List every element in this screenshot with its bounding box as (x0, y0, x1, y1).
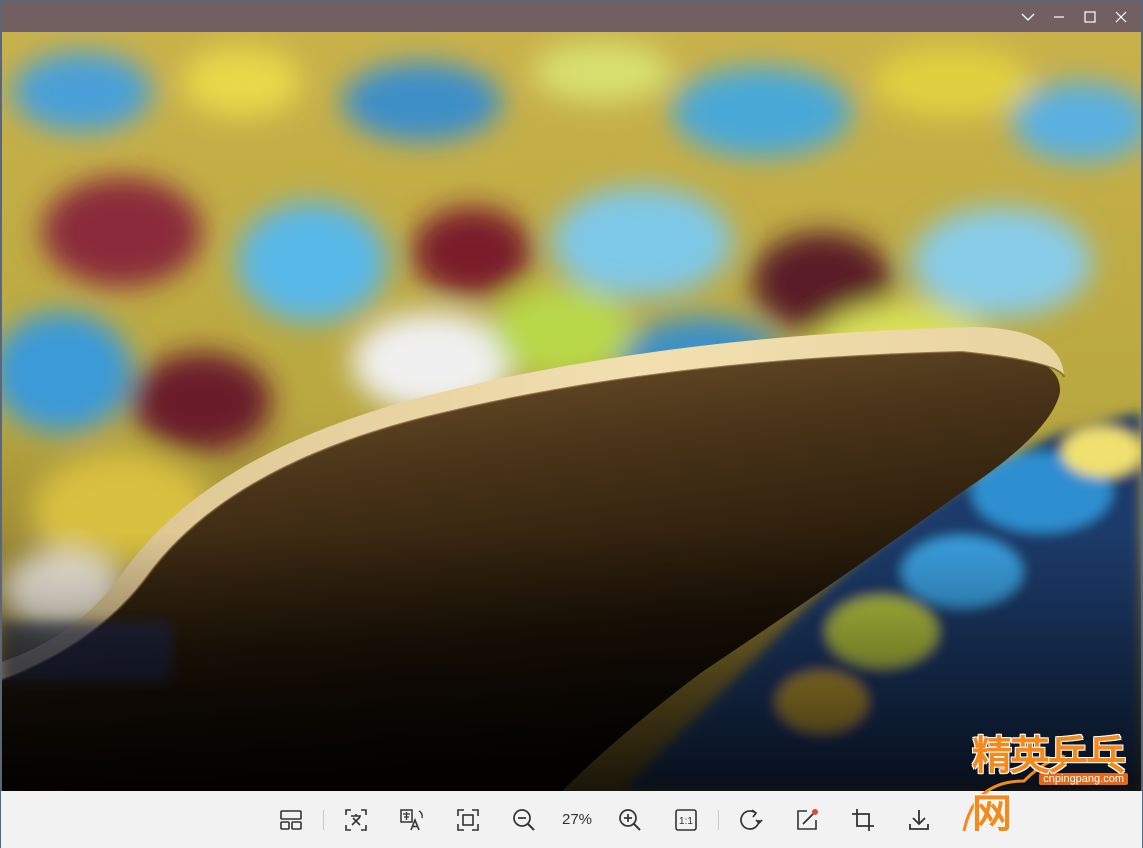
translate-button[interactable] (394, 802, 430, 838)
ocr-text-button[interactable] (338, 802, 374, 838)
title-bar[interactable] (1, 1, 1142, 32)
image-canvas[interactable] (2, 32, 1141, 791)
edit-icon (797, 808, 818, 830)
zoom-out-button[interactable] (506, 802, 542, 838)
maximize-icon (1083, 10, 1096, 23)
minimize-icon (1053, 15, 1064, 18)
zoom-in-button[interactable] (612, 802, 648, 838)
site-watermark: cnpingpang.com 精英乒乓网 (954, 733, 1134, 841)
close-button[interactable] (1105, 1, 1136, 32)
toolbar-divider (718, 809, 719, 830)
zoom-out-icon (513, 808, 535, 831)
download-button[interactable] (901, 802, 937, 838)
edit-button[interactable] (789, 802, 825, 838)
minimize-button[interactable] (1043, 1, 1074, 32)
thumbnail-layout-button[interactable] (273, 802, 309, 838)
rotate-button[interactable] (733, 802, 769, 838)
fit-screen-button[interactable] (450, 802, 486, 838)
rotate-icon (740, 808, 763, 830)
toolbar-divider (323, 809, 324, 830)
photo-table-tennis-blade (2, 32, 1141, 791)
chevron-down-button[interactable] (1012, 1, 1043, 32)
actual-size-icon: 1:1 (675, 808, 697, 831)
actual-size-label: 1:1 (679, 816, 693, 827)
close-icon (1115, 11, 1126, 22)
crop-icon (852, 808, 874, 831)
image-viewer-window: 27% 1:1 cnpingpang.com 精英乒乓网 (0, 0, 1143, 848)
watermark-title: 精英乒乓网 (972, 733, 1126, 837)
chevron-down-icon (1021, 13, 1034, 21)
translate-icon (400, 808, 423, 830)
maximize-button[interactable] (1074, 1, 1105, 32)
fit-screen-icon (457, 808, 479, 831)
thumbnail-layout-icon (280, 809, 302, 830)
crop-button[interactable] (845, 802, 881, 838)
zoom-level-label[interactable]: 27% (554, 811, 600, 828)
actual-size-button[interactable]: 1:1 (668, 802, 704, 838)
download-icon (909, 809, 929, 830)
toolbar-buttons: 27% 1:1 (263, 791, 947, 848)
ocr-text-icon (345, 808, 367, 831)
window-controls (1012, 1, 1136, 32)
zoom-in-icon (619, 808, 641, 831)
